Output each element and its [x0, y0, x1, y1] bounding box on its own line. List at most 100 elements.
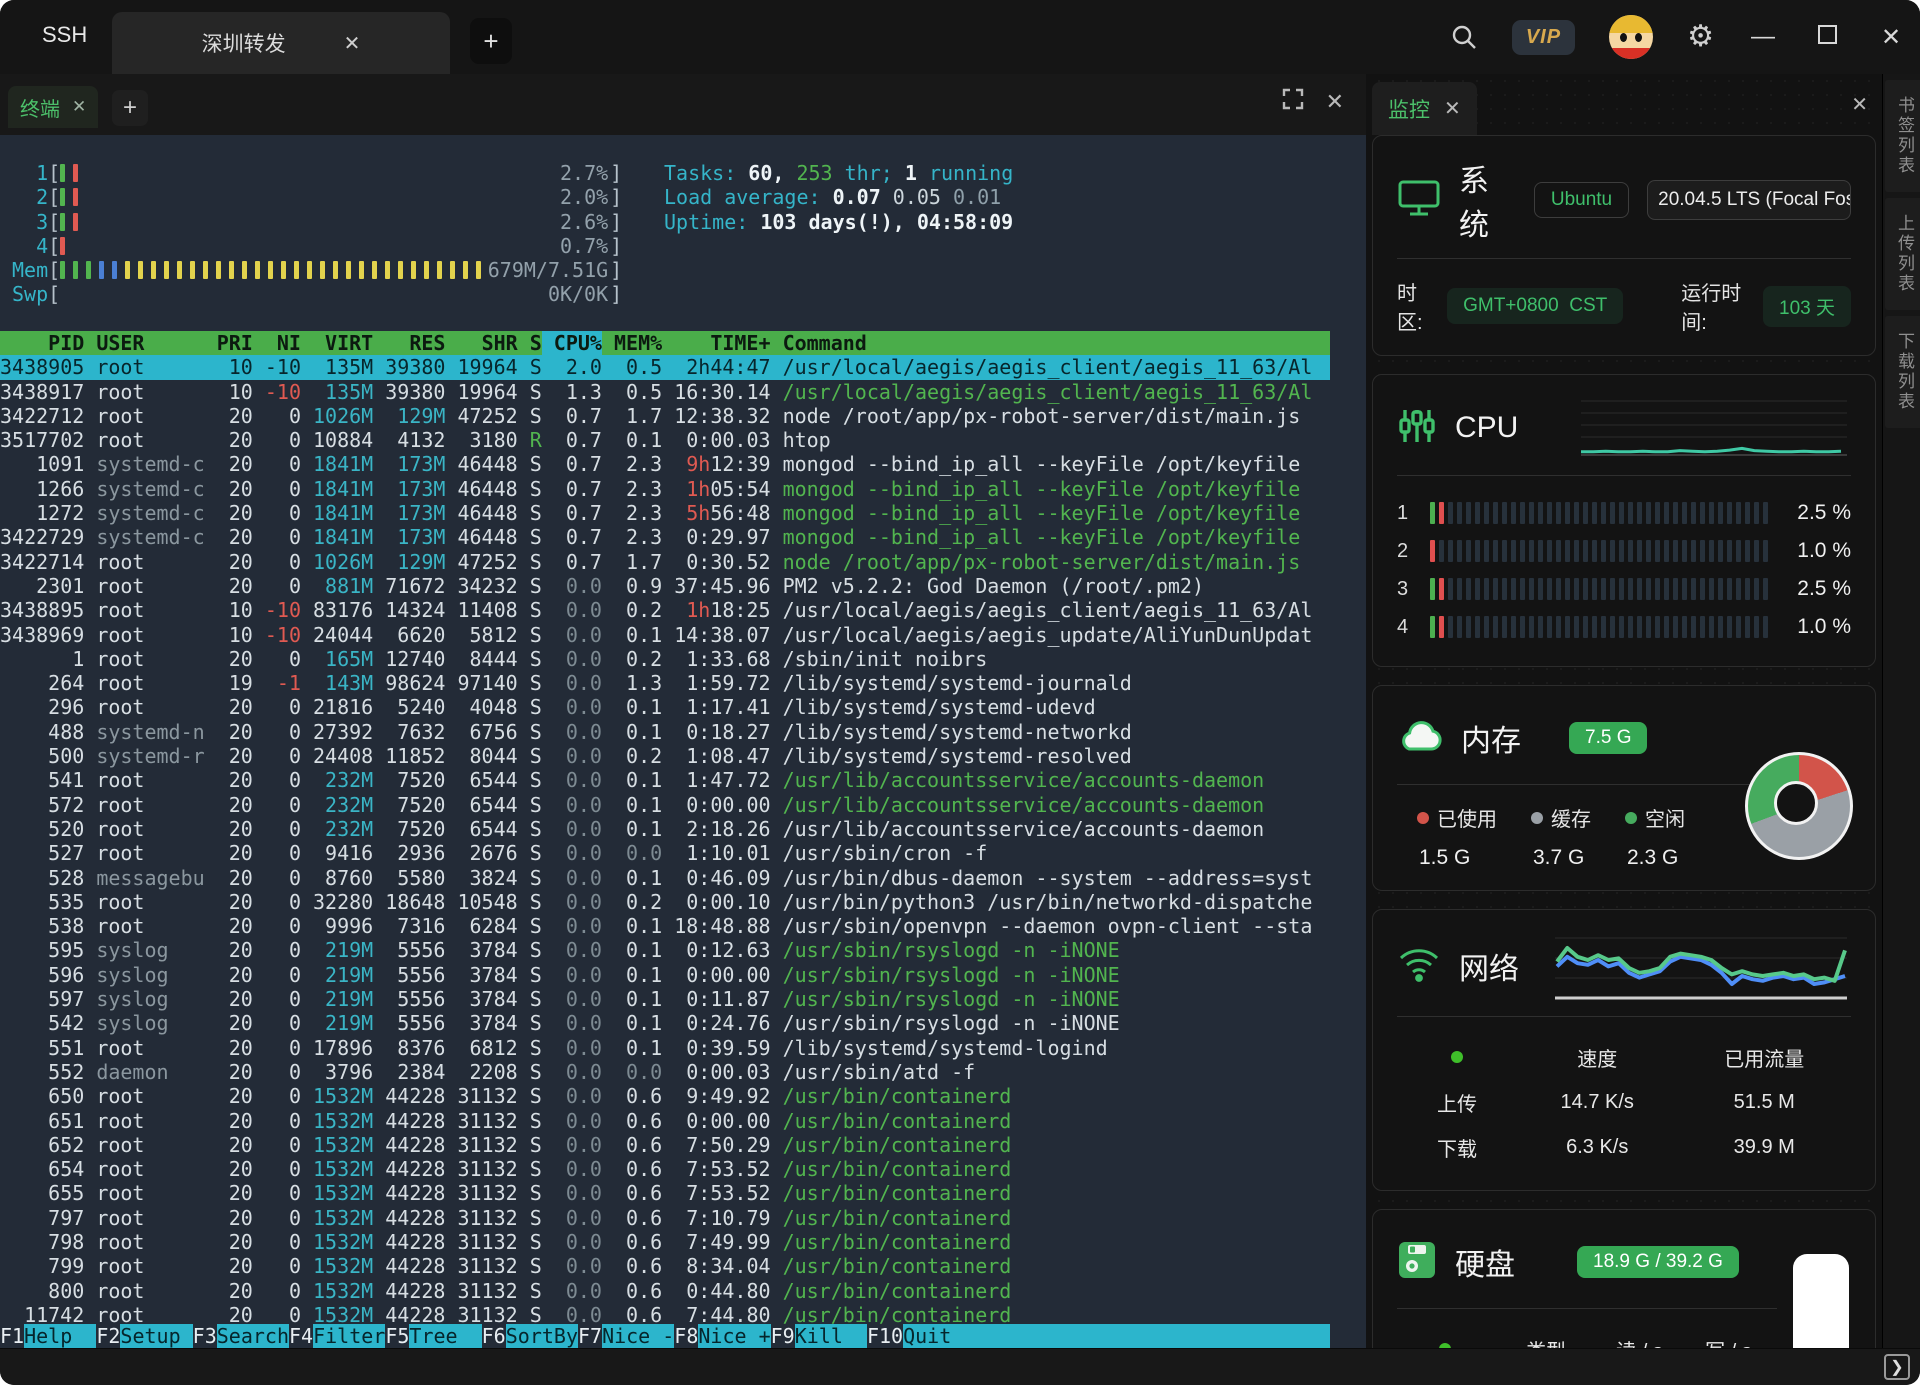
monitor-pane-close-icon[interactable]: ✕	[1851, 92, 1868, 117]
process-row[interactable]: 655root2001532M4422831132S0.00.67:53.52/…	[0, 1181, 1330, 1205]
process-row[interactable]: 535root200322801864810548S0.00.20:00.10/…	[0, 890, 1330, 914]
network-upload-row: 上传 14.7 K/s 51.5 M	[1397, 1080, 1851, 1125]
os-version-field[interactable]: 20.04.5 LTS (Focal Fossa	[1647, 180, 1851, 220]
sidebar-item-bookmarks[interactable]: 书签列表	[1885, 80, 1920, 192]
fkey-F5[interactable]: F5	[385, 1324, 409, 1348]
process-row[interactable]: 799root2001532M4422831132S0.00.68:34.04/…	[0, 1254, 1330, 1278]
fkey-label[interactable]: Help	[24, 1324, 96, 1348]
tab-monitor[interactable]: 监控 ✕	[1372, 82, 1477, 135]
fkey-label[interactable]: Setup	[120, 1324, 192, 1348]
fkey-label[interactable]: SortBy	[506, 1324, 578, 1348]
session-tab[interactable]: 深圳转发 ✕	[112, 12, 450, 74]
fkey-F4[interactable]: F4	[289, 1324, 313, 1348]
fkey-F3[interactable]: F3	[193, 1324, 217, 1348]
cpu-core-row: 21.0 %	[1397, 532, 1851, 570]
htop-meter: Swp[0K/0K]	[12, 282, 622, 306]
process-row[interactable]: 3422714root2001026M129M47252S0.71.70:30.…	[0, 550, 1330, 574]
process-row[interactable]: 654root2001532M4422831132S0.00.67:53.52/…	[0, 1157, 1330, 1181]
search-icon[interactable]	[1450, 23, 1478, 51]
process-row[interactable]: 552daemon200379623842208S0.00.00:00.03/u…	[0, 1060, 1330, 1084]
expand-panel-button[interactable]: ❯	[1884, 1354, 1910, 1380]
fkey-F7[interactable]: F7	[578, 1324, 602, 1348]
tab-terminal-close-icon[interactable]: ✕	[72, 97, 86, 117]
process-row[interactable]: 542syslog200219M55563784S0.00.10:24.76/u…	[0, 1011, 1330, 1035]
cpu-card-title: CPU	[1455, 411, 1518, 445]
monitor-pane: 监控 ✕ ✕ 系统 Ubuntu 20	[1366, 74, 1882, 1348]
process-row[interactable]: 3422729systemd-c2001841M173M46448S0.72.3…	[0, 525, 1330, 549]
cpu-history-sparkline	[1571, 395, 1851, 461]
process-row[interactable]: 652root2001532M4422831132S0.00.67:50.29/…	[0, 1133, 1330, 1157]
distro-badge[interactable]: Ubuntu	[1534, 182, 1629, 218]
process-row[interactable]: 651root2001532M4422831132S0.00.60:00.00/…	[0, 1109, 1330, 1133]
fkey-F9[interactable]: F9	[771, 1324, 795, 1348]
fkey-F10[interactable]: F10	[867, 1324, 903, 1348]
process-row[interactable]: 3438905root10-10135M3938019964S2.00.52h4…	[0, 355, 1330, 379]
process-row[interactable]: 572root200232M75206544S0.00.10:00.00/usr…	[0, 793, 1330, 817]
process-row[interactable]: 595syslog200219M55563784S0.00.10:12.63/u…	[0, 938, 1330, 962]
sidebar-item-uploads[interactable]: 上传列表	[1885, 198, 1920, 310]
process-row[interactable]: 596syslog200219M55563784S0.00.10:00.00/u…	[0, 963, 1330, 987]
process-row[interactable]: 3422712root2001026M129M47252S0.71.712:38…	[0, 404, 1330, 428]
fkey-F6[interactable]: F6	[482, 1324, 506, 1348]
process-row[interactable]: 1root200165M127408444S0.00.21:33.68/sbin…	[0, 647, 1330, 671]
process-row[interactable]: 264root19-1143M9862497140S0.01.31:59.72/…	[0, 671, 1330, 695]
process-row[interactable]: 488systemd-n2002739276326756S0.00.10:18.…	[0, 720, 1330, 744]
process-table-header[interactable]: PIDUSERPRINIVIRTRESSHRSCPU%MEM%TIME+Comm…	[0, 331, 1330, 355]
process-row[interactable]: 541root200232M75206544S0.00.11:47.72/usr…	[0, 768, 1330, 792]
maximize-button[interactable]	[1812, 25, 1842, 49]
process-row[interactable]: 3517702root2001088441323180R0.70.10:00.0…	[0, 428, 1330, 452]
fkey-label[interactable]: Search	[217, 1324, 289, 1348]
process-row[interactable]: 538root200999673166284S0.00.118:48.88/us…	[0, 914, 1330, 938]
minimize-button[interactable]: —	[1748, 23, 1778, 51]
vip-badge[interactable]: VIP	[1512, 20, 1575, 55]
tab-terminal[interactable]: 终端 ✕	[8, 86, 98, 128]
process-row[interactable]: 1266systemd-c2001841M173M46448S0.72.31h0…	[0, 477, 1330, 501]
process-row[interactable]: 500systemd-r20024408118528044S0.00.21:08…	[0, 744, 1330, 768]
avatar[interactable]	[1609, 15, 1653, 59]
process-row[interactable]: 3438969root10-102404466205812S0.00.114:3…	[0, 623, 1330, 647]
process-row[interactable]: 528messagebu200876055803824S0.00.10:46.0…	[0, 866, 1330, 890]
process-row[interactable]: 520root200232M75206544S0.00.12:18.26/usr…	[0, 817, 1330, 841]
sidebar-item-downloads[interactable]: 下载列表	[1885, 316, 1920, 428]
fkey-label[interactable]: Kill	[795, 1324, 867, 1348]
process-row[interactable]: 798root2001532M4422831132S0.00.67:49.99/…	[0, 1230, 1330, 1254]
monitor-tabbar: 监控 ✕ ✕	[1366, 74, 1882, 135]
process-row[interactable]: 1091systemd-c2001841M173M46448S0.72.39h1…	[0, 452, 1330, 476]
process-row[interactable]: 527root200941629362676S0.00.01:10.01/usr…	[0, 841, 1330, 865]
terminal-screen[interactable]: 1[2.7%]2[2.0%]3[2.6%]4[0.7%]Mem[679M/7.5…	[0, 135, 1366, 1348]
process-row[interactable]: 3438917root10-10135M3938019964S1.30.516:…	[0, 380, 1330, 404]
terminal-pane-close-icon[interactable]: ✕	[1326, 89, 1344, 115]
fkey-label[interactable]: Quit	[903, 1324, 975, 1348]
process-row[interactable]: 1272systemd-c2001841M173M46448S0.72.35h5…	[0, 501, 1330, 525]
fkey-label[interactable]: Nice +	[698, 1324, 770, 1348]
process-row[interactable]: 3438895root10-10831761432411408S0.00.21h…	[0, 598, 1330, 622]
process-row[interactable]: 296root2002181652404048S0.00.11:17.41/li…	[0, 695, 1330, 719]
fkey-label[interactable]: Nice -	[602, 1324, 674, 1348]
process-row[interactable]: 551root2001789683766812S0.00.10:39.59/li…	[0, 1036, 1330, 1060]
network-download-row: 下载 6.3 K/s 39.9 M	[1397, 1125, 1851, 1170]
process-row[interactable]: 597syslog200219M55563784S0.00.10:11.87/u…	[0, 987, 1330, 1011]
new-terminal-button[interactable]: +	[112, 90, 148, 126]
fkey-F8[interactable]: F8	[674, 1324, 698, 1348]
settings-gear-icon[interactable]: ⚙	[1687, 22, 1714, 52]
memory-legend-item: 空闲2.3 G	[1625, 803, 1685, 870]
fkey-F1[interactable]: F1	[0, 1324, 24, 1348]
fkey-label[interactable]: Filter	[313, 1324, 385, 1348]
new-session-button[interactable]: +	[470, 18, 512, 64]
session-tab-close-icon[interactable]: ✕	[344, 31, 361, 56]
process-row[interactable]: 800root2001532M4422831132S0.00.60:44.80/…	[0, 1279, 1330, 1303]
fullscreen-icon[interactable]	[1282, 88, 1304, 115]
cpu-core-row: 41.0 %	[1397, 608, 1851, 646]
interface-status-dot	[1451, 1051, 1463, 1063]
process-row[interactable]: 2301root200881M7167234232S0.00.937:45.96…	[0, 574, 1330, 598]
tab-monitor-close-icon[interactable]: ✕	[1444, 96, 1461, 121]
system-card: 系统 Ubuntu 20.04.5 LTS (Focal Fossa 时区: G…	[1372, 135, 1876, 356]
network-card: 网络 速度	[1372, 909, 1876, 1191]
htop-function-key-bar[interactable]: F1Help F2Setup F3SearchF4FilterF5Tree F6…	[0, 1324, 1366, 1348]
close-button[interactable]: ✕	[1876, 23, 1906, 52]
fkey-label[interactable]: Tree	[409, 1324, 481, 1348]
disk-usage-badge: 18.9 G / 39.2 G	[1577, 1246, 1739, 1278]
fkey-F2[interactable]: F2	[96, 1324, 120, 1348]
process-row[interactable]: 797root2001532M4422831132S0.00.67:10.79/…	[0, 1206, 1330, 1230]
process-row[interactable]: 650root2001532M4422831132S0.00.69:49.92/…	[0, 1084, 1330, 1108]
